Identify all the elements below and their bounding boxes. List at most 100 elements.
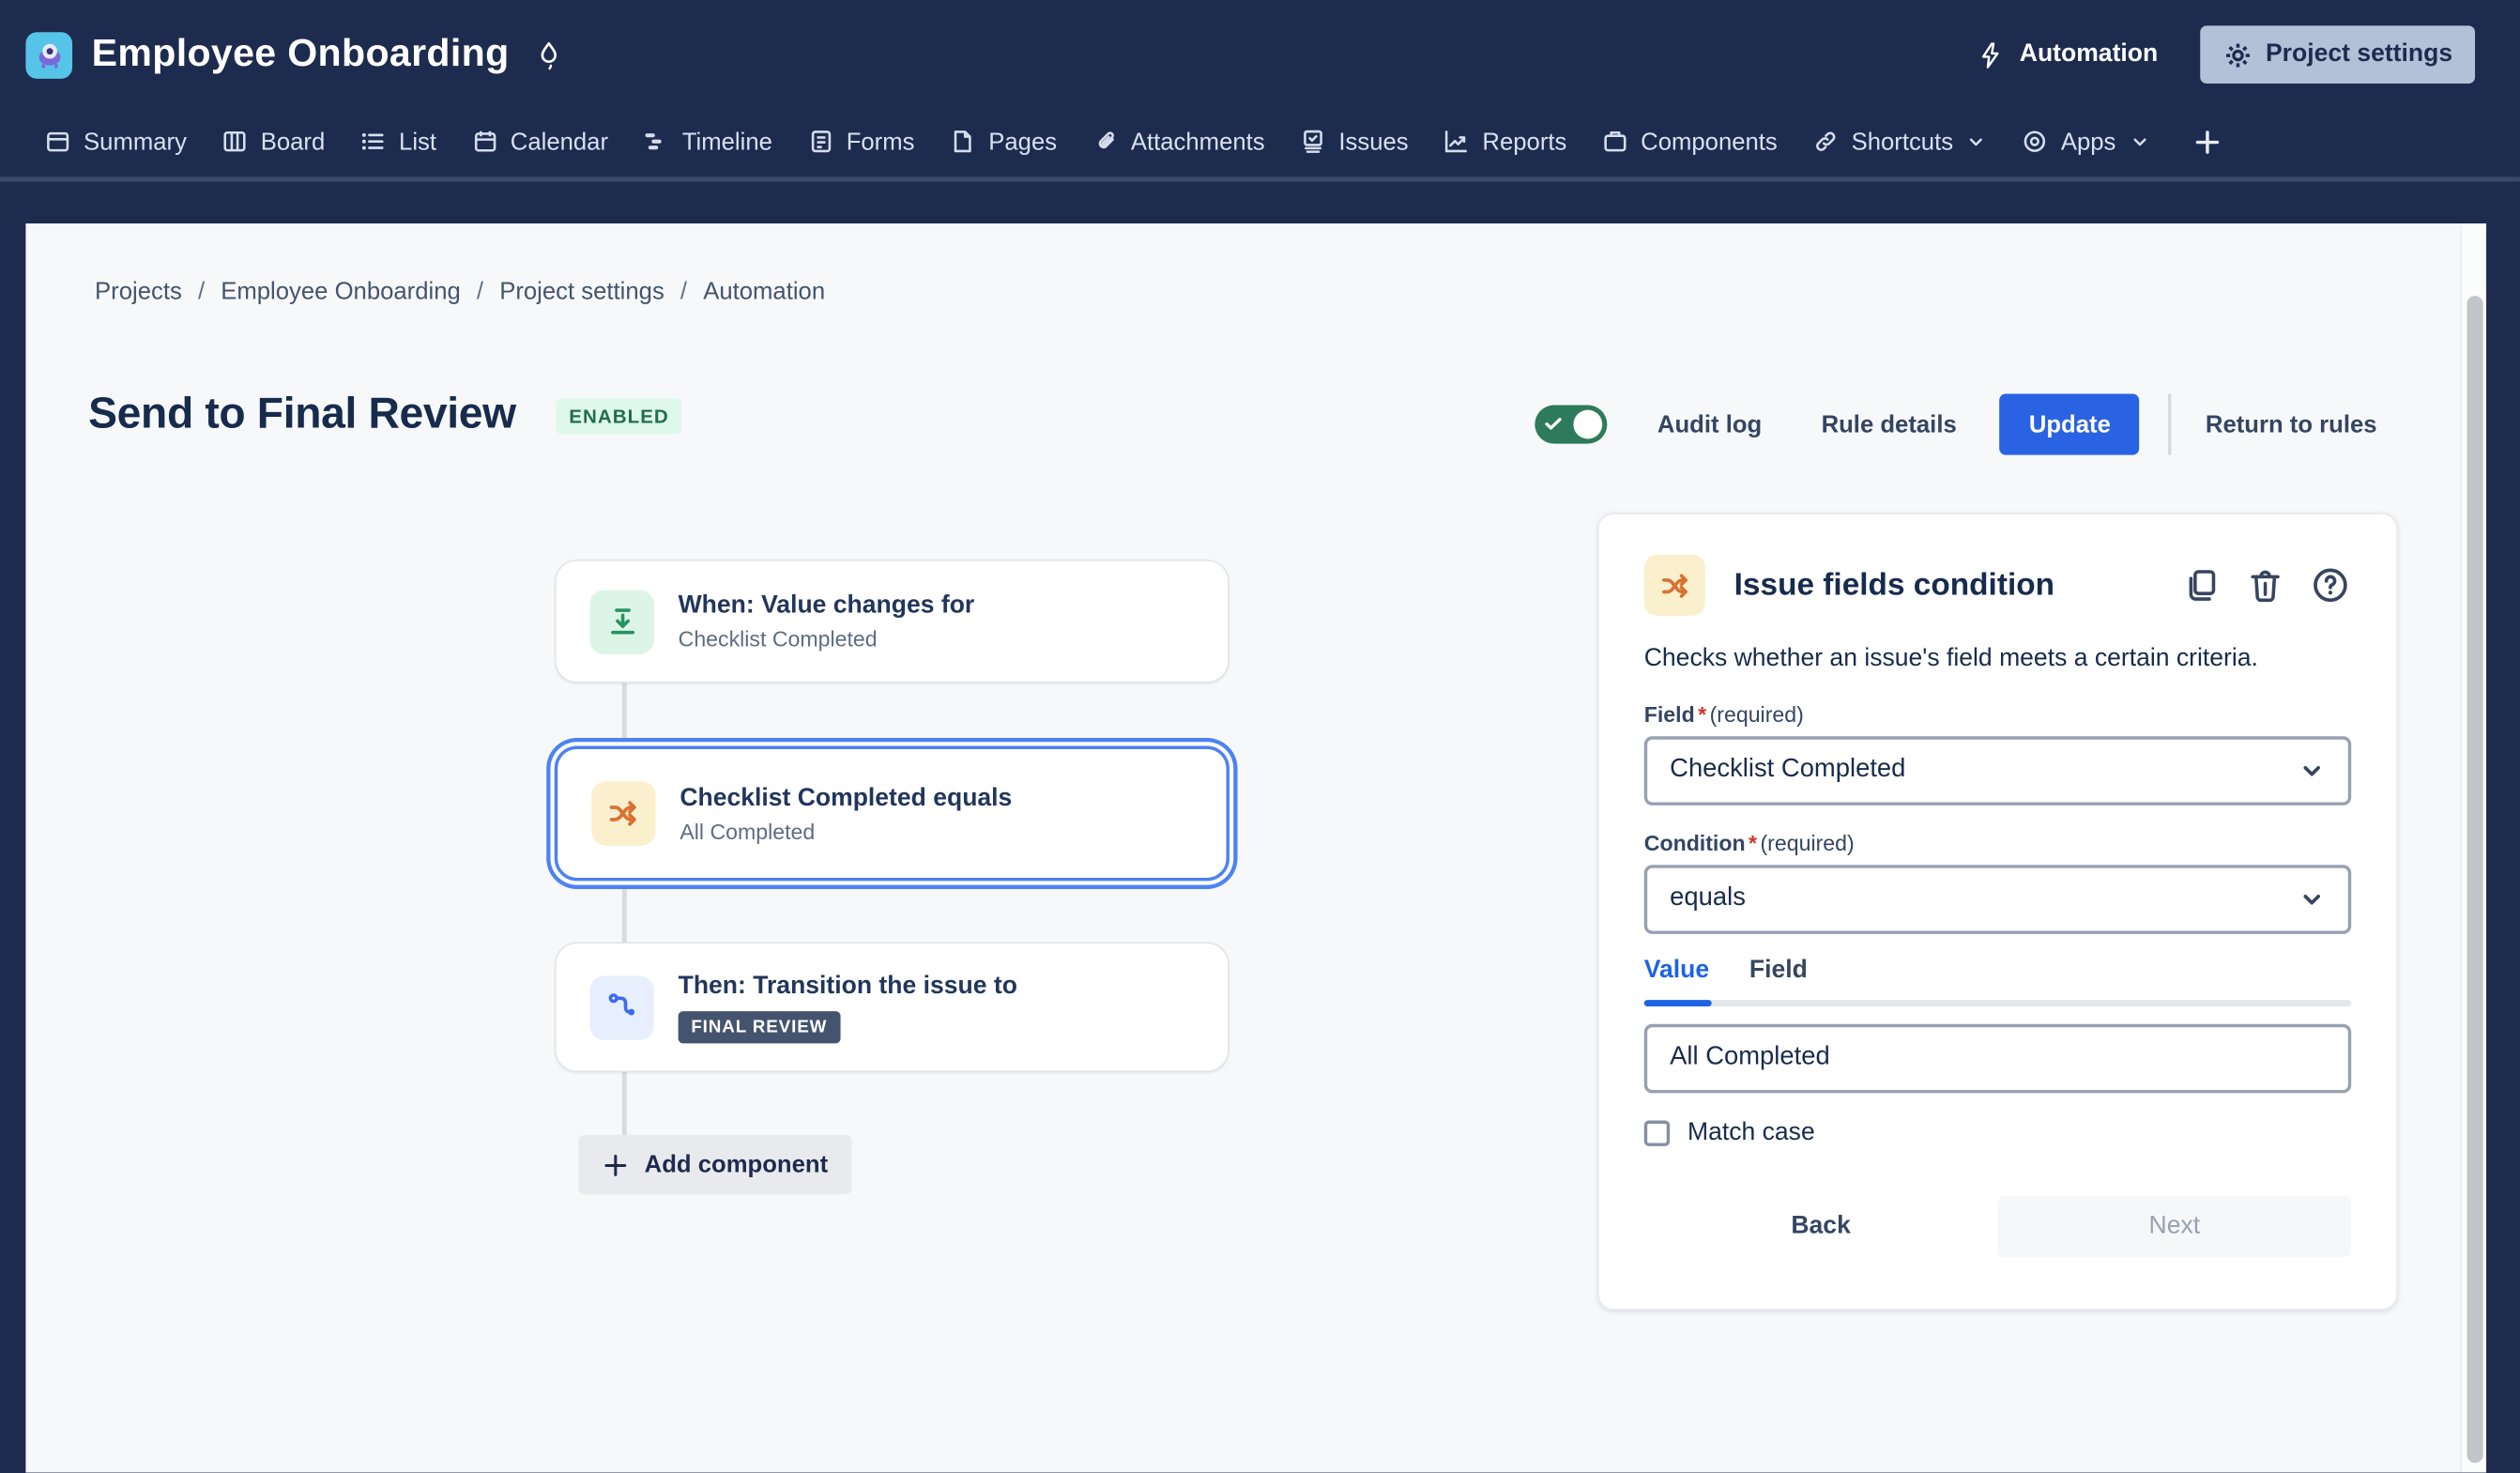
trigger-subtitle: Checklist Completed xyxy=(679,627,975,652)
plus-icon xyxy=(603,1152,628,1177)
calendar-icon xyxy=(472,129,497,154)
final-review-badge: FINAL REVIEW xyxy=(679,1010,840,1042)
lightning-icon xyxy=(1975,39,2006,70)
nav-tab-list[interactable]: List xyxy=(343,115,454,168)
update-button[interactable]: Update xyxy=(2000,394,2140,455)
match-case-row: Match case xyxy=(1644,1119,2351,1148)
nav-tab-apps[interactable]: Apps xyxy=(2005,115,2167,168)
rule-details-button[interactable]: Rule details xyxy=(1822,411,1957,438)
match-case-label: Match case xyxy=(1688,1119,1815,1148)
action-title: Then: Transition the issue to xyxy=(679,972,1017,1001)
copy-icon xyxy=(2181,565,2222,606)
flow-card-trigger[interactable]: When: Value changes for Checklist Comple… xyxy=(555,560,1229,683)
value-changes-icon xyxy=(603,603,640,639)
condition-subtitle: All Completed xyxy=(680,819,1012,843)
nav-tab-issues[interactable]: Issues xyxy=(1282,115,1426,168)
help-button[interactable] xyxy=(2310,564,2352,606)
breadcrumb-automation[interactable]: Automation xyxy=(703,278,825,305)
vertical-scrollbar[interactable] xyxy=(2461,223,2486,1473)
help-icon xyxy=(2310,564,2352,606)
tab-value[interactable]: Value xyxy=(1644,957,1709,986)
flow-card-action[interactable]: Then: Transition the issue to FINAL REVI… xyxy=(555,942,1229,1072)
main-content: Projects / Employee Onboarding / Project… xyxy=(25,223,2460,1473)
tab-underline-track xyxy=(1644,1000,2351,1006)
timeline-icon xyxy=(644,129,669,154)
condition-shuffle-icon xyxy=(1657,567,1693,604)
field-select[interactable]: Checklist Completed xyxy=(1644,736,2351,806)
trash-icon xyxy=(2245,565,2285,606)
panel-icon-box xyxy=(1644,555,1705,616)
components-icon xyxy=(1602,129,1627,154)
nav-add-tab-button[interactable] xyxy=(2174,115,2239,168)
breadcrumb-project-settings[interactable]: Project settings xyxy=(499,278,664,305)
apps-icon xyxy=(2023,129,2048,154)
panel-description: Checks whether an issue's field meets a … xyxy=(1644,643,2351,677)
forms-icon xyxy=(808,129,833,154)
condition-shuffle-icon xyxy=(604,794,643,833)
next-button[interactable]: Next xyxy=(1997,1196,2351,1257)
gear-icon xyxy=(2222,39,2253,70)
rule-enabled-toggle[interactable] xyxy=(1535,406,1608,444)
condition-select[interactable]: equals xyxy=(1644,865,2351,934)
app-window: Employee Onboarding Automation Project s… xyxy=(0,0,2520,1473)
condition-config-panel: Issue fields condition Checks whether an… xyxy=(1597,513,2398,1310)
duplicate-component-button[interactable] xyxy=(2181,565,2222,606)
condition-title: Checklist Completed equals xyxy=(680,784,1012,813)
back-button[interactable]: Back xyxy=(1791,1212,1850,1241)
project-avatar[interactable] xyxy=(25,31,72,78)
project-header: Employee Onboarding Automation Project s… xyxy=(0,0,2520,223)
project-style-button[interactable] xyxy=(532,38,566,71)
action-divider xyxy=(2169,394,2172,455)
trigger-icon-box xyxy=(589,590,653,653)
nav-tab-summary[interactable]: Summary xyxy=(27,115,205,168)
chevron-down-icon xyxy=(1966,131,1987,152)
value-field-tabs: Value Field xyxy=(1644,957,2351,986)
board-icon xyxy=(222,129,248,154)
chevron-down-icon xyxy=(2129,131,2149,152)
chevron-down-icon xyxy=(2299,885,2326,913)
panel-title: Issue fields condition xyxy=(1734,567,2054,604)
project-avatar-icon xyxy=(33,38,65,70)
nav-tab-attachments[interactable]: Attachments xyxy=(1075,115,1283,168)
nav-tab-board[interactable]: Board xyxy=(205,115,343,168)
tab-field[interactable]: Field xyxy=(1749,957,1808,986)
condition-label: Condition*(required) xyxy=(1644,831,2351,855)
header-divider xyxy=(0,176,2520,181)
audit-log-button[interactable]: Audit log xyxy=(1657,411,1762,438)
pages-icon xyxy=(950,129,975,154)
transition-icon xyxy=(603,989,640,1025)
check-icon xyxy=(1543,413,1564,434)
scrollbar-thumb[interactable] xyxy=(2467,296,2482,1463)
nav-tab-reports[interactable]: Reports xyxy=(1426,115,1584,168)
automation-link[interactable]: Automation xyxy=(1975,39,2158,70)
match-case-checkbox[interactable] xyxy=(1644,1120,1670,1145)
breadcrumb: Projects / Employee Onboarding / Project… xyxy=(95,278,825,305)
required-star: * xyxy=(1698,702,1706,727)
nav-tab-timeline[interactable]: Timeline xyxy=(626,115,790,168)
breadcrumb-projects[interactable]: Projects xyxy=(95,278,182,305)
condition-icon-box xyxy=(591,781,655,845)
page-title: Send to Final Review xyxy=(88,389,516,438)
shortcuts-icon xyxy=(1812,129,1838,154)
return-to-rules-button[interactable]: Return to rules xyxy=(2206,411,2377,438)
project-title: Employee Onboarding xyxy=(92,32,510,77)
nav-tab-components[interactable]: Components xyxy=(1584,115,1795,168)
value-input[interactable] xyxy=(1644,1024,2351,1094)
chevron-down-icon xyxy=(2299,757,2326,784)
field-label: Field*(required) xyxy=(1644,702,2351,727)
action-icon-box xyxy=(589,975,653,1039)
attachments-icon xyxy=(1092,129,1118,154)
nav-tab-shortcuts[interactable]: Shortcuts xyxy=(1795,115,2005,168)
flow-card-condition-selected[interactable]: Checklist Completed equals All Completed xyxy=(555,746,1229,882)
nav-tab-pages[interactable]: Pages xyxy=(932,115,1075,168)
add-component-button[interactable]: Add component xyxy=(578,1135,851,1194)
nav-tab-calendar[interactable]: Calendar xyxy=(454,115,626,168)
delete-component-button[interactable] xyxy=(2245,565,2285,606)
tab-active-underline xyxy=(1644,1000,1712,1006)
breadcrumb-project-name[interactable]: Employee Onboarding xyxy=(221,278,461,305)
issues-icon xyxy=(1300,129,1325,154)
plus-icon xyxy=(2193,128,2221,155)
nav-tab-forms[interactable]: Forms xyxy=(790,115,933,168)
reports-icon xyxy=(1443,129,1469,154)
project-settings-button[interactable]: Project settings xyxy=(2200,25,2475,84)
